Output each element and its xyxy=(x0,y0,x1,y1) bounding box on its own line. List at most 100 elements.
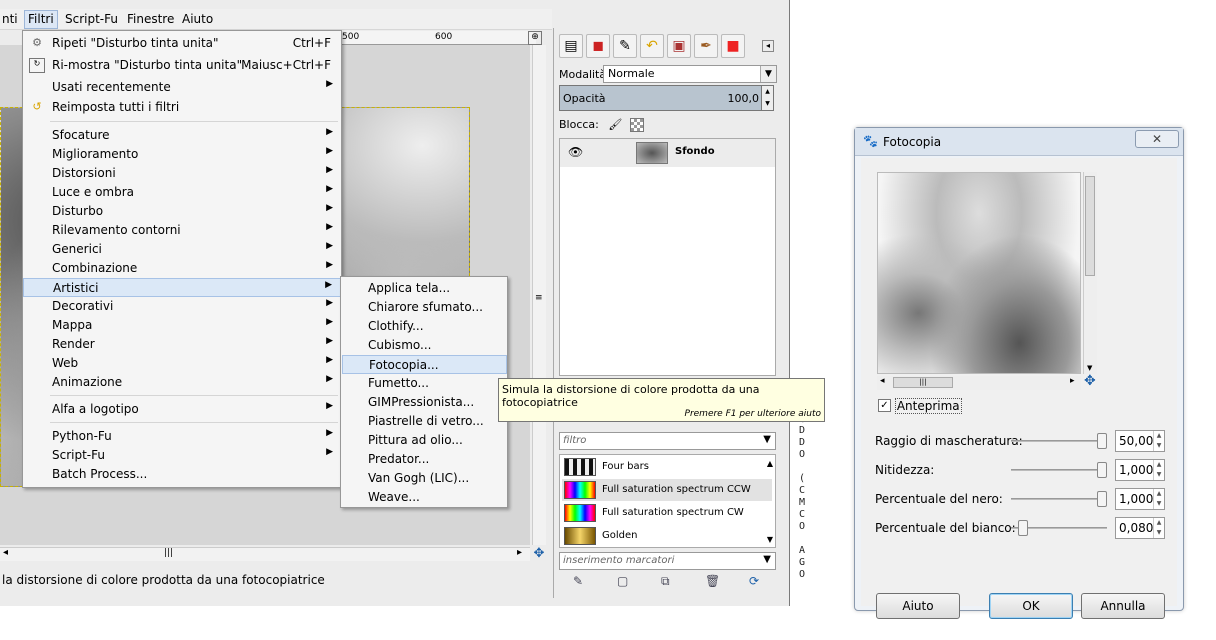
preview-horizontal-scrollbar[interactable]: ◂ ||| ▸ xyxy=(877,376,1081,390)
horizontal-scrollbar[interactable]: ◂ ||| ▸ xyxy=(0,547,530,561)
scroll-left-icon[interactable]: ◂ xyxy=(3,547,8,558)
param-slider-track[interactable] xyxy=(1011,498,1107,500)
param-slider-track[interactable] xyxy=(1011,469,1107,471)
duplicate-icon[interactable]: ⧉ xyxy=(661,574,670,589)
submenu-item-chiarore[interactable]: Chiarore sfumato... xyxy=(342,298,507,317)
menu-item-mappa[interactable]: Mappa ▶ xyxy=(23,316,341,335)
preview-image[interactable] xyxy=(877,172,1081,374)
param-slider-track[interactable] xyxy=(1011,440,1107,442)
param-slider-knob[interactable] xyxy=(1097,433,1107,449)
dialog-titlebar[interactable]: 🐾 Fotocopia ✕ xyxy=(855,128,1183,156)
zoom-icon[interactable]: ⊕ xyxy=(528,31,542,45)
submenu-item-applica-tela[interactable]: Applica tela... xyxy=(342,279,507,298)
menu-item-script-fu[interactable]: Script-Fu ▶ xyxy=(23,446,341,465)
menu-item-sfocature[interactable]: Sfocature ▶ xyxy=(23,126,341,145)
spin-arrows-icon[interactable]: ▲ ▼ xyxy=(1153,518,1164,538)
menu-finestre[interactable]: Finestre xyxy=(127,12,174,26)
submenu-item-piastrelle[interactable]: Piastrelle di vetro... xyxy=(342,412,507,431)
vertical-scrollbar[interactable]: ≡ xyxy=(532,45,546,545)
scroll-thumb[interactable]: ||| xyxy=(893,377,953,388)
tag-input[interactable]: inserimento marcatori ▼ xyxy=(559,552,776,570)
submenu-item-cubismo[interactable]: Cubismo... xyxy=(342,336,507,355)
scroll-up-icon[interactable]: ▲ xyxy=(767,459,773,468)
menu-item-miglioramento[interactable]: Miglioramento ▶ xyxy=(23,145,341,164)
scroll-thumb[interactable] xyxy=(1085,176,1095,276)
scroll-left-icon[interactable]: ◂ xyxy=(880,376,885,386)
param-spinbox[interactable]: 1,000 ▲ ▼ xyxy=(1115,459,1165,481)
menu-item-rilevamento[interactable]: Rilevamento contorni ▶ xyxy=(23,221,341,240)
chevron-down-icon[interactable]: ▼ xyxy=(763,434,771,445)
param-slider-knob[interactable] xyxy=(1097,491,1107,507)
delete-icon[interactable]: 🗑 xyxy=(705,574,720,588)
menu-item-combinazione[interactable]: Combinazione ▶ xyxy=(23,259,341,278)
edit-icon[interactable]: ✎ xyxy=(573,574,583,588)
menu-item-decorativi[interactable]: Decorativi ▶ xyxy=(23,297,341,316)
menu-item-recent[interactable]: Usati recentemente ▶ xyxy=(23,78,341,97)
help-button[interactable]: Aiuto xyxy=(876,593,960,619)
dock-menu-icon[interactable]: ◂ xyxy=(762,40,774,52)
preview-checkbox[interactable]: ✓ xyxy=(878,399,891,412)
gradient-item[interactable]: Full saturation spectrum CCW xyxy=(562,479,772,501)
param-slider-knob[interactable] xyxy=(1097,462,1107,478)
menu-script-fu[interactable]: Script-Fu xyxy=(65,12,118,26)
brushes-tab-icon[interactable]: ✒ xyxy=(694,34,718,58)
lock-pixels-icon[interactable]: 🖌 xyxy=(608,118,622,131)
menu-item-luce-ombra[interactable]: Luce e ombra ▶ xyxy=(23,183,341,202)
gradient-item[interactable]: Four bars xyxy=(562,456,772,478)
submenu-item-gimpressionista[interactable]: GIMPressionista... xyxy=(342,393,507,412)
refresh-icon[interactable]: ⟳ xyxy=(749,574,759,588)
layer-row[interactable]: 👁 Sfondo xyxy=(560,139,775,167)
chevron-down-icon[interactable]: ▼ xyxy=(763,554,771,565)
menu-aiuto[interactable]: Aiuto xyxy=(182,12,213,26)
pointer-tab-icon[interactable]: ▣ xyxy=(667,34,691,58)
scroll-right-icon[interactable]: ▸ xyxy=(517,547,522,558)
filter-input[interactable]: filtro ▼ xyxy=(559,432,776,450)
opacity-slider[interactable]: Opacità 100,0 ▲ ▼ xyxy=(559,85,774,111)
menu-item-reset[interactable]: ↺ Reimposta tutti i filtri xyxy=(23,98,341,117)
eye-icon[interactable]: 👁 xyxy=(568,145,583,159)
menu-item-artistici[interactable]: Artistici ▶ xyxy=(23,278,341,297)
param-spinbox[interactable]: 0,080 ▲ ▼ xyxy=(1115,517,1165,539)
submenu-item-predator[interactable]: Predator... xyxy=(342,450,507,469)
submenu-item-pittura-olio[interactable]: Pittura ad olio... xyxy=(342,431,507,450)
menu-item-batch-process[interactable]: Batch Process... xyxy=(23,465,341,484)
param-spinbox[interactable]: 1,000 ▲ ▼ xyxy=(1115,488,1165,510)
preview-toggle[interactable]: ✓ Anteprima xyxy=(878,397,962,414)
channels-tab-icon[interactable]: ◼ xyxy=(586,34,610,58)
menu-item-distorsioni[interactable]: Distorsioni ▶ xyxy=(23,164,341,183)
spin-arrows-icon[interactable]: ▲ ▼ xyxy=(1153,460,1164,480)
menu-item-animazione[interactable]: Animazione ▶ xyxy=(23,373,341,392)
scroll-down-icon[interactable]: ▼ xyxy=(767,535,773,544)
mode-select[interactable]: Normale ▼ xyxy=(603,65,777,83)
opacity-spin-icon[interactable]: ▲ ▼ xyxy=(761,86,773,110)
submenu-item-weave[interactable]: Weave... xyxy=(342,488,507,507)
menu-item-python-fu[interactable]: Python-Fu ▶ xyxy=(23,427,341,446)
paths-tab-icon[interactable]: ✎ xyxy=(613,34,637,58)
gradient-item[interactable]: Golden xyxy=(562,525,772,547)
close-icon[interactable]: ✕ xyxy=(1135,130,1179,148)
menu-item-generici[interactable]: Generici ▶ xyxy=(23,240,341,259)
spin-arrows-icon[interactable]: ▲ ▼ xyxy=(1153,489,1164,509)
spin-arrows-icon[interactable]: ▲ ▼ xyxy=(1153,431,1164,451)
lock-alpha-icon[interactable] xyxy=(629,118,644,132)
submenu-item-fotocopia[interactable]: Fotocopia... xyxy=(342,355,507,374)
navigate-icon[interactable]: ✥ xyxy=(532,547,546,561)
param-slider-knob[interactable] xyxy=(1017,520,1028,536)
menu-item-repeat[interactable]: ⚙ Ripeti "Disturbo tinta unita" Ctrl+F xyxy=(23,34,341,53)
submenu-item-clothify[interactable]: Clothify... xyxy=(342,317,507,336)
menu-item-alfa-logotipo[interactable]: Alfa a logotipo ▶ xyxy=(23,400,341,419)
menu-item-reshow[interactable]: ↻ Ri-mostra "Disturbo tinta unita" Maiusc+… xyxy=(23,56,341,75)
cancel-button[interactable]: Annulla xyxy=(1081,593,1165,619)
scroll-right-icon[interactable]: ▸ xyxy=(1070,376,1075,386)
param-spinbox[interactable]: 50,00 ▲ ▼ xyxy=(1115,430,1165,452)
scroll-down-icon[interactable]: ▼ xyxy=(1087,364,1092,372)
ok-button[interactable]: OK xyxy=(989,593,1073,619)
menu-item-render[interactable]: Render ▶ xyxy=(23,335,341,354)
gradient-item[interactable]: Full saturation spectrum CW xyxy=(562,502,772,524)
layers-tab-icon[interactable]: ▤ xyxy=(559,34,583,58)
undo-tab-icon[interactable]: ↶ xyxy=(640,34,664,58)
patterns-tab-icon[interactable]: ■ xyxy=(721,34,745,58)
preview-vertical-scrollbar[interactable]: ▼ xyxy=(1083,172,1097,374)
menu-item-disturbo[interactable]: Disturbo ▶ xyxy=(23,202,341,221)
menu-edit-partial[interactable]: nti xyxy=(2,12,18,26)
